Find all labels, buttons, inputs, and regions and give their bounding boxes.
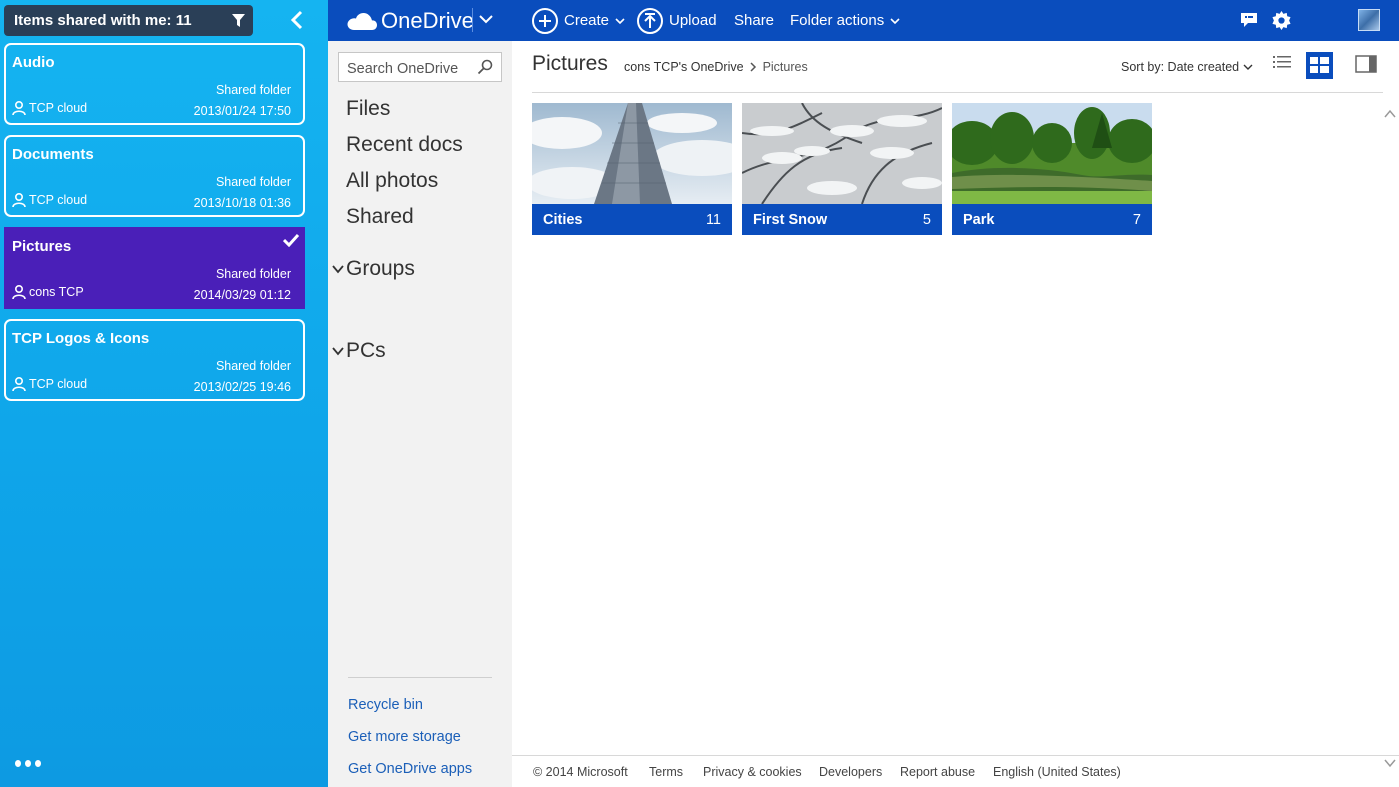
tile-name: Cities	[543, 212, 583, 228]
tile-count: 5	[922, 212, 931, 228]
person-icon	[12, 285, 26, 299]
shared-item-pictures[interactable]: Pictures Shared folder cons TCP 2014/03/…	[4, 227, 305, 309]
shared-item-tcp-logos[interactable]: TCP Logos & Icons Shared folder TCP clou…	[4, 319, 305, 401]
tile-name: First Snow	[753, 212, 828, 228]
shared-item-date: 2013/10/18 01:36	[193, 196, 291, 210]
shared-items-header[interactable]: Items shared with me: 11	[4, 5, 253, 36]
checkmark-icon	[283, 233, 299, 247]
recycle-bin-link[interactable]: Recycle bin	[348, 697, 423, 713]
shared-items-count: Items shared with me: 11	[14, 12, 192, 29]
nav-item-all-photos[interactable]: All photos	[346, 169, 438, 193]
shared-item-date: 2013/01/24 17:50	[193, 104, 291, 118]
tile-count: 7	[1132, 212, 1141, 228]
main-content: Pictures cons TCP's OneDrive Pictures So…	[512, 41, 1399, 787]
divider	[472, 8, 473, 32]
shared-item-date: 2014/03/29 01:12	[193, 288, 291, 302]
nav-item-recent-docs[interactable]: Recent docs	[346, 133, 463, 157]
shared-item-type: Shared folder	[215, 83, 291, 97]
search-input[interactable]: Search OneDrive	[338, 52, 502, 82]
tile-caption: Park 7	[952, 204, 1152, 235]
shared-items-pane: Items shared with me: 11 Audio Shared fo…	[0, 0, 328, 787]
chevron-down-icon	[1243, 64, 1253, 70]
sort-dropdown[interactable]: Sort by: Date created	[1121, 60, 1253, 74]
tile-caption: Cities 11	[532, 204, 732, 235]
gear-icon[interactable]	[1272, 11, 1291, 30]
first-snow-thumbnail	[742, 103, 942, 204]
chevron-down-icon	[890, 17, 900, 24]
terms-link[interactable]: Terms	[649, 765, 683, 779]
cities-thumbnail	[532, 103, 732, 204]
page-footer: © 2014 Microsoft Terms Privacy & cookies…	[512, 755, 1399, 787]
shared-item-title: Audio	[12, 54, 55, 71]
upload-button[interactable]: Upload	[637, 0, 717, 41]
scroll-up-icon[interactable]	[1384, 109, 1396, 119]
shared-item-owner: TCP cloud	[12, 193, 87, 207]
report-abuse-link[interactable]: Report abuse	[900, 765, 975, 779]
thumbnail-view-icon[interactable]	[1306, 52, 1333, 79]
park-thumbnail	[952, 103, 1152, 204]
language-link[interactable]: English (United States)	[993, 765, 1121, 779]
plus-icon	[532, 7, 558, 34]
breadcrumb-root[interactable]: cons TCP's OneDrive	[624, 60, 744, 74]
search-placeholder: Search OneDrive	[347, 61, 459, 77]
nav-group-groups[interactable]: Groups	[332, 257, 415, 281]
folder-tile-cities[interactable]: Cities 11	[532, 103, 732, 235]
nav-item-shared[interactable]: Shared	[346, 205, 414, 229]
developers-link[interactable]: Developers	[819, 765, 882, 779]
get-onedrive-apps-link[interactable]: Get OneDrive apps	[348, 761, 472, 777]
chevron-down-icon	[615, 17, 625, 24]
tile-name: Park	[963, 212, 995, 228]
shared-item-type: Shared folder	[215, 359, 291, 373]
folder-actions-button[interactable]: Folder actions	[790, 0, 900, 41]
shared-item-audio[interactable]: Audio Shared folder TCP cloud 2013/01/24…	[4, 43, 305, 125]
details-pane-icon[interactable]	[1355, 55, 1377, 73]
nav-item-files[interactable]: Files	[346, 97, 390, 121]
shared-item-owner: cons TCP	[12, 285, 84, 299]
onedrive-logo[interactable]: OneDrive	[347, 8, 474, 34]
share-button[interactable]: Share	[734, 0, 774, 41]
chevron-down-icon	[332, 347, 344, 356]
shared-item-title: TCP Logos & Icons	[12, 330, 150, 347]
notifications-icon[interactable]	[1240, 11, 1258, 29]
privacy-link[interactable]: Privacy & cookies	[703, 765, 802, 779]
get-more-storage-link[interactable]: Get more storage	[348, 729, 461, 745]
collapse-pane-icon[interactable]	[286, 9, 308, 31]
folder-tile-first-snow[interactable]: First Snow 5	[742, 103, 942, 235]
cloud-icon	[347, 13, 377, 30]
shared-item-type: Shared folder	[215, 267, 291, 281]
more-options-icon[interactable]	[15, 760, 41, 770]
shared-item-title: Documents	[12, 146, 94, 163]
upload-icon	[637, 7, 663, 34]
shared-item-documents[interactable]: Documents Shared folder TCP cloud 2013/1…	[4, 135, 305, 217]
app-command-bar: OneDrive Create Upload Share Folder acti…	[328, 0, 1399, 41]
tile-caption: First Snow 5	[742, 204, 942, 235]
tile-count: 11	[705, 212, 721, 228]
user-avatar[interactable]	[1358, 9, 1380, 31]
person-icon	[12, 377, 26, 391]
brand-name: OneDrive	[381, 8, 474, 33]
folder-tile-park[interactable]: Park 7	[952, 103, 1152, 235]
create-button[interactable]: Create	[532, 0, 625, 41]
person-icon	[12, 193, 26, 207]
shared-item-date: 2013/02/25 19:46	[193, 380, 291, 394]
divider	[532, 92, 1383, 93]
search-icon[interactable]	[477, 59, 493, 75]
navigation-pane: Search OneDrive Files Recent docs All ph…	[328, 41, 512, 787]
list-view-icon[interactable]	[1272, 53, 1292, 73]
shared-item-type: Shared folder	[215, 175, 291, 189]
person-icon	[12, 101, 26, 115]
filter-icon[interactable]	[232, 14, 245, 27]
chevron-down-icon[interactable]	[478, 11, 494, 27]
divider	[348, 677, 492, 678]
breadcrumb-current: Pictures	[762, 60, 808, 74]
shared-item-owner: TCP cloud	[12, 377, 87, 391]
copyright-text: © 2014 Microsoft	[533, 765, 628, 779]
chevron-right-icon	[750, 62, 756, 72]
shared-item-owner: TCP cloud	[12, 101, 87, 115]
breadcrumb: cons TCP's OneDrive Pictures	[624, 60, 808, 74]
chevron-down-icon	[332, 265, 344, 274]
nav-group-pcs[interactable]: PCs	[332, 339, 386, 363]
shared-item-title: Pictures	[12, 238, 72, 255]
page-title: Pictures	[532, 52, 608, 75]
